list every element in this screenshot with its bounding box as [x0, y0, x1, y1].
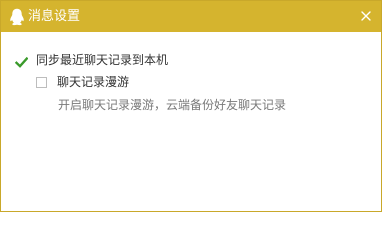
title-bar[interactable]: 消息设置: [1, 1, 381, 32]
settings-dialog: 消息设置 同步最近聊天记录到本机 聊天记录漫游 开启聊天记录漫游，云端备份好友聊…: [0, 0, 382, 212]
chat-roaming-label[interactable]: 聊天记录漫游: [57, 74, 129, 90]
qq-penguin-icon: [9, 8, 25, 26]
chat-roaming-option[interactable]: 聊天记录漫游: [36, 74, 129, 90]
sync-recent-checkbox[interactable]: [14, 54, 29, 68]
chat-roaming-hint: 开启聊天记录漫游，云端备份好友聊天记录: [58, 98, 287, 112]
chat-roaming-checkbox[interactable]: [36, 76, 47, 88]
close-button[interactable]: [357, 7, 375, 25]
close-icon: [361, 11, 371, 21]
sync-recent-option[interactable]: 同步最近聊天记录到本机: [14, 52, 168, 68]
window-title: 消息设置: [28, 9, 81, 24]
checkmark-icon: [14, 56, 29, 68]
sync-recent-label[interactable]: 同步最近聊天记录到本机: [36, 52, 168, 68]
